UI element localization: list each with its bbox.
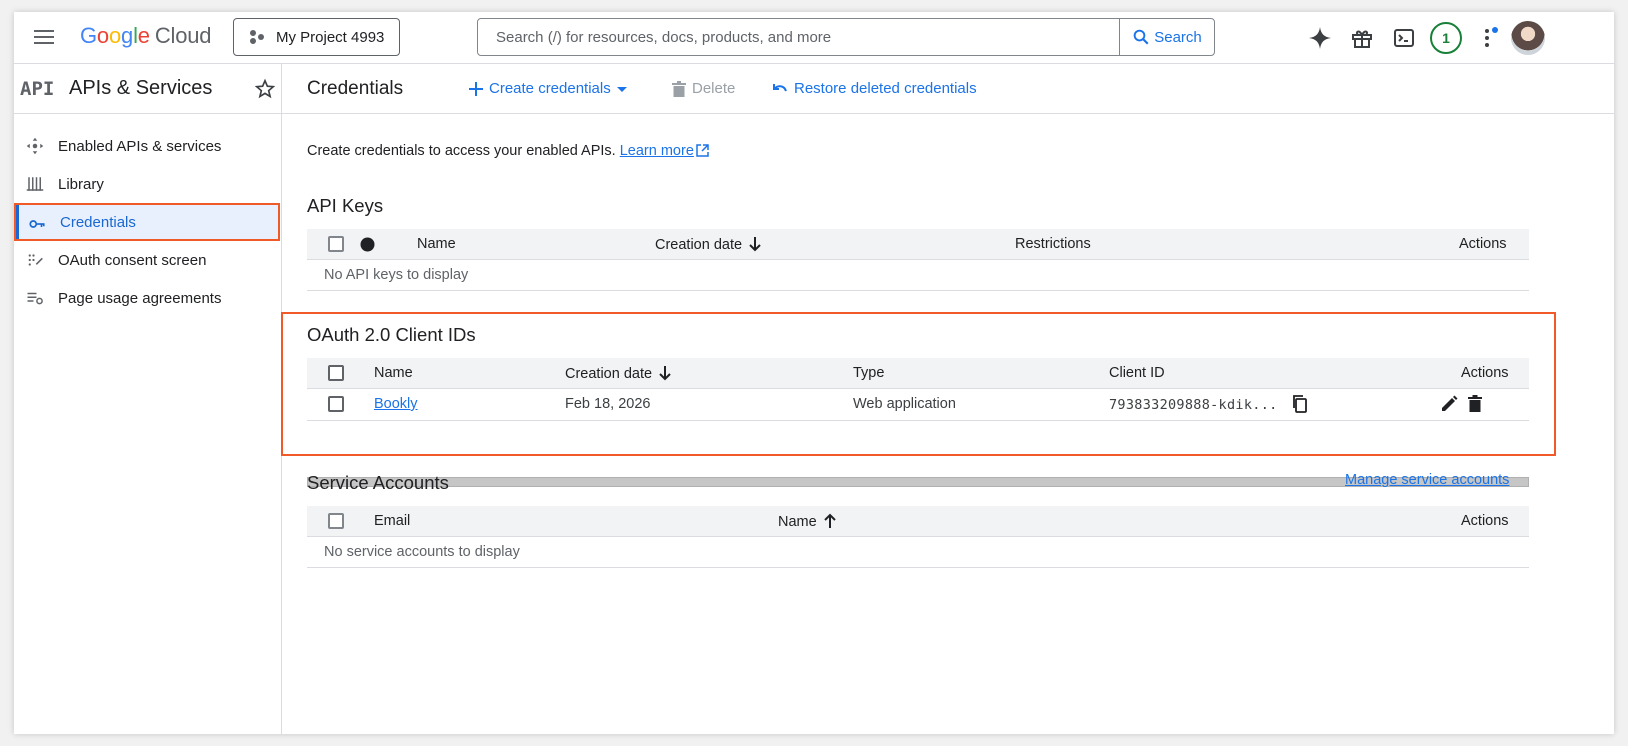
restore-credentials-button[interactable]: Restore deleted credentials: [772, 80, 977, 97]
sidebar-item-page-usage[interactable]: Page usage agreements: [14, 279, 281, 317]
star-icon[interactable]: [254, 78, 276, 100]
empty-message: No service accounts to display: [324, 544, 520, 560]
hub-icon: [26, 137, 44, 155]
arrow-up-icon: [823, 513, 836, 528]
oauth-title: OAuth 2.0 Client IDs: [307, 324, 476, 345]
arrow-down-icon: [659, 366, 671, 381]
copy-icon[interactable]: [1290, 394, 1310, 414]
arrow-down-icon: [749, 237, 761, 252]
sidebar-item-enabled-apis[interactable]: Enabled APIs & services: [14, 127, 281, 165]
oauth-table: Name Creation date Type Client ID Action…: [307, 358, 1529, 421]
api-logo-icon: API: [20, 78, 55, 100]
manage-service-accounts-link[interactable]: Manage service accounts: [1345, 472, 1509, 488]
col-actions: Actions: [1461, 513, 1509, 529]
search-button[interactable]: Search: [1119, 19, 1214, 55]
hamburger-menu-icon[interactable]: [32, 26, 56, 50]
search-bar: Search: [477, 18, 1215, 56]
gift-icon[interactable]: [1346, 20, 1378, 56]
main-header: Credentials Create credentials Delete Re…: [282, 64, 1614, 114]
app-window: Google Cloud My Project 4993 Search (/) …: [14, 12, 1614, 734]
status-dot-icon: [360, 237, 375, 252]
trash-icon: [672, 80, 686, 97]
client-name-link[interactable]: Bookly: [374, 396, 418, 412]
col-name[interactable]: Name: [417, 236, 456, 252]
col-actions: Actions: [1461, 365, 1509, 381]
client-creation-date: Feb 18, 2026: [565, 396, 651, 412]
project-name: My Project 4993: [276, 28, 385, 46]
table-row: No API keys to display: [307, 260, 1529, 291]
client-id-value: 793833209888-kdik...: [1109, 397, 1278, 413]
sidebar-nav: Enabled APIs & services Library Credenti…: [14, 114, 281, 317]
row-checkbox[interactable]: [328, 396, 344, 412]
sidebar: API APIs & Services Enabled APIs & servi…: [14, 64, 282, 734]
sidebar-title: APIs & Services: [69, 77, 213, 99]
main-content: Credentials Create credentials Delete Re…: [282, 64, 1614, 734]
col-email[interactable]: Email: [374, 513, 410, 529]
col-name[interactable]: Name: [374, 365, 413, 381]
cloud-shell-icon[interactable]: [1388, 20, 1420, 56]
top-bar: Google Cloud My Project 4993 Search (/) …: [14, 12, 1614, 64]
empty-message: No API keys to display: [324, 267, 469, 283]
table-header: Name Creation date Restrictions Actions: [307, 229, 1529, 260]
col-client-id: Client ID: [1109, 365, 1165, 381]
select-all-checkbox[interactable]: [328, 236, 344, 252]
table-row: Bookly Feb 18, 2026 Web application 7938…: [307, 389, 1529, 421]
undo-icon: [773, 83, 787, 91]
api-keys-table: Name Creation date Restrictions Actions …: [307, 229, 1529, 291]
delete-trash-icon[interactable]: [1465, 394, 1485, 414]
google-cloud-logo[interactable]: Google Cloud: [80, 23, 211, 49]
account-avatar[interactable]: [1510, 20, 1546, 56]
sidebar-header: API APIs & Services: [14, 64, 281, 114]
col-restrictions: Restrictions: [1015, 236, 1091, 252]
table-row: No service accounts to display: [307, 537, 1529, 568]
project-picker-button[interactable]: My Project 4993: [233, 18, 400, 56]
page-title: Credentials: [307, 78, 404, 99]
table-header: Email Name Actions: [307, 506, 1529, 537]
avatar: [1511, 21, 1545, 55]
more-vert-icon[interactable]: [1476, 20, 1502, 56]
settings-list-icon: [27, 292, 43, 305]
select-all-checkbox[interactable]: [328, 365, 344, 381]
notifications-badge[interactable]: 1: [1428, 20, 1464, 56]
sidebar-item-library[interactable]: Library: [14, 165, 281, 203]
open-in-new-icon: [696, 144, 709, 157]
intro-text: Create credentials to access your enable…: [307, 143, 709, 159]
col-creation-date[interactable]: Creation date: [655, 236, 762, 253]
edit-pencil-icon[interactable]: [1439, 394, 1459, 414]
search-input[interactable]: [478, 19, 1119, 55]
client-type: Web application: [853, 396, 956, 412]
key-icon: [29, 220, 45, 228]
col-actions: Actions: [1459, 236, 1507, 252]
api-keys-title: API Keys: [307, 195, 384, 216]
create-credentials-button[interactable]: Create credentials: [469, 80, 633, 97]
plus-icon: [469, 81, 483, 96]
gemini-sparkle-icon[interactable]: [1304, 20, 1336, 56]
library-icon: [26, 177, 44, 191]
service-accounts-title: Service Accounts: [307, 472, 449, 493]
project-dots-icon: [248, 28, 266, 46]
learn-more-link[interactable]: Learn more: [620, 143, 694, 159]
service-accounts-table: Email Name Actions No service accounts t…: [307, 506, 1529, 568]
caret-down-icon: [616, 86, 627, 92]
col-name[interactable]: Name: [778, 513, 837, 530]
sidebar-item-oauth-consent[interactable]: OAuth consent screen: [14, 241, 281, 279]
consent-icon: [28, 254, 43, 266]
table-header: Name Creation date Type Client ID Action…: [307, 358, 1529, 389]
col-creation-date[interactable]: Creation date: [565, 365, 672, 382]
search-icon: [1133, 29, 1149, 45]
col-type: Type: [853, 365, 885, 381]
select-all-checkbox[interactable]: [328, 513, 344, 529]
delete-button[interactable]: Delete: [672, 80, 735, 97]
sidebar-item-credentials[interactable]: Credentials: [14, 203, 280, 241]
